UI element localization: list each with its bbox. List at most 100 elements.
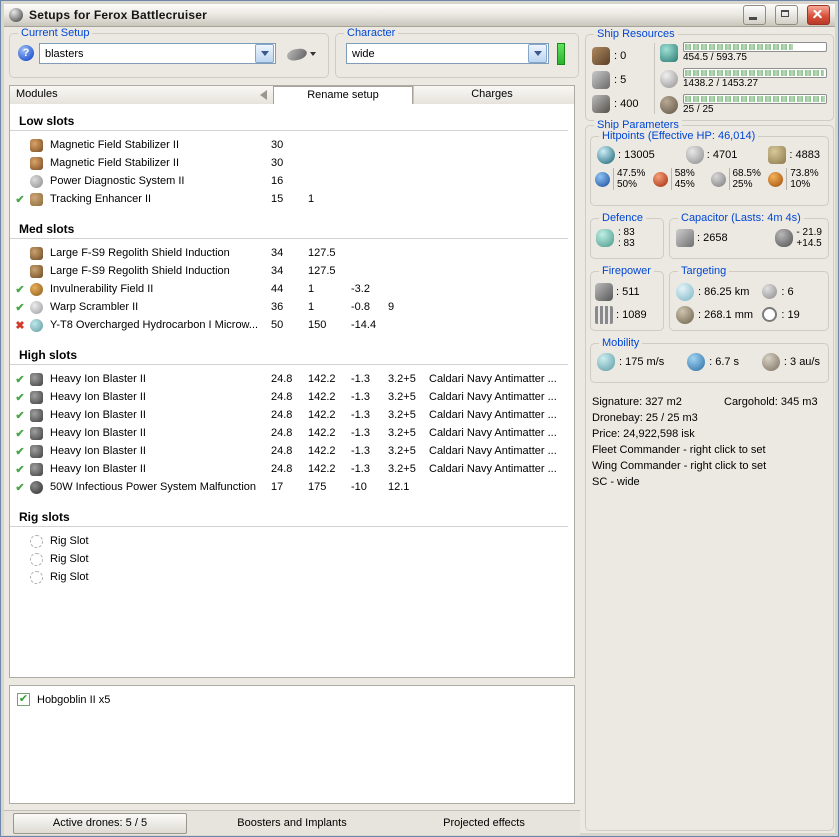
module-stat-2: 142.2 xyxy=(308,373,336,385)
rig-slot-icon xyxy=(30,534,43,548)
module-name: Tracking Enhancer II xyxy=(50,193,152,205)
character-skill-indicator xyxy=(557,43,565,65)
tab-boosters-and-implants[interactable]: Boosters and Implants xyxy=(237,817,346,829)
resource-bar-fill xyxy=(685,96,825,102)
modules-list: Low slots Magnetic Field Stabilizer II 30 M… xyxy=(10,104,574,677)
tab-projected-effects[interactable]: Projected effects xyxy=(443,817,525,829)
module-row[interactable]: ✔ Heavy Ion Blaster II 24.8 142.2 -1.3 3.2+5 C… xyxy=(10,406,574,424)
module-name: Rig Slot xyxy=(50,535,89,547)
resist-values: 58% 45% xyxy=(670,168,695,190)
maximize-icon xyxy=(781,10,789,17)
module-stat-1: 30 xyxy=(271,139,284,151)
module-stat-2: 142.2 xyxy=(308,427,336,439)
divider xyxy=(654,43,655,114)
resource-bar-stack: 454.5 / 593.75 xyxy=(683,42,827,64)
resource-bar-text: 454.5 / 593.75 xyxy=(683,52,747,63)
close-button[interactable] xyxy=(807,5,830,25)
targeting-label: Targeting xyxy=(678,265,730,278)
rig-slot-icon xyxy=(30,570,43,584)
afterburner-icon xyxy=(30,318,43,332)
module-stat-3: -0.8 xyxy=(351,301,370,313)
shield-hp-value: : 13005 xyxy=(618,149,655,161)
section-title: High slots xyxy=(10,346,568,365)
volley-icon xyxy=(595,305,613,324)
online-check-icon: ✔ xyxy=(15,283,25,296)
sort-arrow-icon[interactable] xyxy=(260,90,267,100)
module-row[interactable]: ✔ Invulnerability Field II 44 1 -3.2 xyxy=(10,280,574,298)
tab-rename-setup[interactable]: Rename setup xyxy=(273,86,413,104)
module-row[interactable]: Magnetic Field Stabilizer II 30 xyxy=(10,136,574,154)
module-row[interactable]: ✔ Heavy Ion Blaster II 24.8 142.2 -1.3 3.2+5 C… xyxy=(10,388,574,406)
app-icon xyxy=(9,8,23,22)
drone-row[interactable]: ✔ Hobgoblin II x5 xyxy=(17,691,567,708)
module-row[interactable]: Rig Slot xyxy=(10,532,574,550)
align-time-icon xyxy=(687,353,706,371)
minimize-button[interactable] xyxy=(743,5,766,25)
ship-menu-button[interactable] xyxy=(285,43,323,65)
setup-combobox-dropdown-button[interactable] xyxy=(255,44,274,63)
defence-label: Defence xyxy=(599,212,646,225)
module-charge: Caldari Navy Antimatter ... xyxy=(429,391,557,403)
resource-bar-stack: 25 / 25 xyxy=(683,94,827,116)
power-malfunction-icon xyxy=(30,480,43,494)
shield-hp: : 13005 xyxy=(597,146,655,164)
power-diagnostic-icon xyxy=(30,174,43,188)
module-row[interactable]: ✔ Heavy Ion Blaster II 24.8 142.2 -1.3 3.2+5 C… xyxy=(10,424,574,442)
module-row[interactable]: ✔ Heavy Ion Blaster II 24.8 142.2 -1.3 3.2+5 C… xyxy=(10,460,574,478)
character-combobox-dropdown-button[interactable] xyxy=(528,44,547,63)
setup-combobox[interactable]: blasters xyxy=(39,43,276,64)
module-row[interactable]: Magnetic Field Stabilizer II 30 xyxy=(10,154,574,172)
resist-group: 47.5% 50% xyxy=(595,168,653,190)
module-row[interactable]: ✔ Heavy Ion Blaster II 24.8 142.2 -1.3 3.2+5 C… xyxy=(10,442,574,460)
resist-current: 58% xyxy=(674,168,695,179)
resist-base: 50% xyxy=(617,179,638,190)
module-name: Magnetic Field Stabilizer II xyxy=(50,157,179,169)
turret-hardpoints: : 0 xyxy=(592,44,652,68)
module-row[interactable]: ✔ Tracking Enhancer II 15 1 xyxy=(10,190,574,208)
module-row[interactable]: Large F-S9 Regolith Shield Induction 34 12… xyxy=(10,244,574,262)
module-row[interactable]: Large F-S9 Regolith Shield Induction 34 12… xyxy=(10,262,574,280)
module-row[interactable]: Power Diagnostic System II 16 xyxy=(10,172,574,190)
module-row[interactable]: ✔ Warp Scrambler II 36 1 -0.8 9 xyxy=(10,298,574,316)
module-row[interactable]: Rig Slot xyxy=(10,550,574,568)
hardpoints-column: : 0 : 5 : 400 xyxy=(592,44,652,116)
module-row[interactable]: ✖ Y-T8 Overcharged Hydrocarbon I Microw..… xyxy=(10,316,574,334)
resist-group: 73.8% 10% xyxy=(768,168,826,190)
maximize-button[interactable] xyxy=(775,5,798,25)
module-name: Heavy Ion Blaster II xyxy=(50,427,146,439)
module-name: Heavy Ion Blaster II xyxy=(50,391,146,403)
modules-panel: Modules Rename setup Charges Low slots Mag… xyxy=(9,85,575,678)
rig-calibration-icon xyxy=(592,95,610,113)
tab-charges[interactable]: Charges xyxy=(413,86,570,104)
module-charge: Caldari Navy Antimatter ... xyxy=(429,463,557,475)
resist-current: 47.5% xyxy=(617,168,646,179)
module-stat-4: 12.1 xyxy=(388,481,410,493)
help-icon[interactable]: ? xyxy=(18,45,34,61)
module-charge: Caldari Navy Antimatter ... xyxy=(429,409,557,421)
module-name: Rig Slot xyxy=(50,571,89,583)
hitpoints-label: Hitpoints (Effective HP: 46,014) xyxy=(599,130,759,143)
module-stat-3: -1.3 xyxy=(351,427,370,439)
sensor-strength-icon xyxy=(762,307,778,322)
module-stat-1: 24.8 xyxy=(271,391,293,403)
module-row[interactable]: ✔ Heavy Ion Blaster II 24.8 142.2 -1.3 3.2+5 C… xyxy=(10,370,574,388)
chevron-down-icon xyxy=(260,51,269,56)
drone-checkbox[interactable]: ✔ xyxy=(17,693,30,706)
shield-extender-icon xyxy=(30,264,43,278)
module-row[interactable]: Rig Slot xyxy=(10,568,574,586)
module-stat-3: -1.3 xyxy=(351,391,370,403)
character-combobox[interactable]: wide xyxy=(346,43,549,64)
module-section-high-slots: High slots ✔ Heavy Ion Blaster II 24.8 142.2… xyxy=(10,346,574,496)
online-check-icon: ✔ xyxy=(15,463,25,476)
tab-active-drones-5-5[interactable]: Active drones: 5 / 5 xyxy=(13,812,187,834)
ship-resources-panel: Ship Resources : 0 : 5 : 400 454.5 / 593… xyxy=(585,28,834,121)
armor-hp-icon xyxy=(685,146,704,164)
powergrid-icon xyxy=(660,70,678,88)
module-row[interactable]: ✔ 50W Infectious Power System Malfunction… xyxy=(10,478,574,496)
thermal-resist-icon xyxy=(652,171,668,187)
modules-tabs: Rename setup Charges xyxy=(273,86,570,104)
online-check-icon: ✔ xyxy=(15,193,25,206)
resource-bar xyxy=(683,94,827,104)
info-lines: Dronebay: 25 / 25 m3 Price: 24,922,598 is… xyxy=(592,410,827,490)
info-line: Price: 24,922,598 isk xyxy=(592,428,695,440)
